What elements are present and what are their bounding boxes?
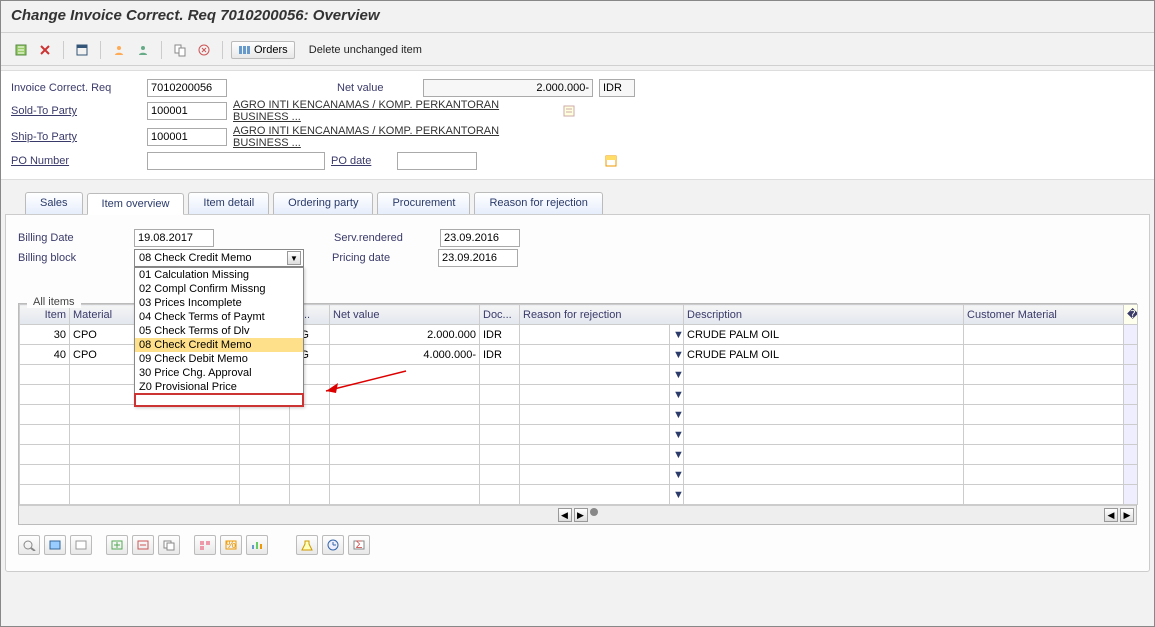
svg-text:%: % [226, 539, 236, 551]
ship-to-field[interactable] [147, 128, 227, 146]
net-value-field [423, 79, 593, 97]
delete-row-icon[interactable] [132, 535, 154, 555]
status-icon[interactable] [194, 40, 214, 60]
reason-dropdown-icon[interactable]: ▼ [670, 325, 684, 345]
billing-block-option[interactable]: Z0 Provisional Price [135, 380, 303, 394]
tab-item-overview[interactable]: Item overview [87, 193, 185, 215]
header-icon[interactable] [72, 40, 92, 60]
reason-dropdown-icon[interactable]: ▼ [670, 425, 684, 445]
po-number-field[interactable] [147, 152, 325, 170]
user-icon[interactable] [133, 40, 153, 60]
clock-icon[interactable] [322, 535, 344, 555]
tab-procurement[interactable]: Procurement [377, 192, 470, 214]
invoice-req-label: Invoice Correct. Req [11, 82, 141, 94]
deselect-all-icon[interactable] [70, 535, 92, 555]
billing-date-label: Billing Date [18, 232, 128, 244]
billing-block-option-list: 01 Calculation Missing 02 Compl Confirm … [134, 267, 304, 407]
select-all-icon[interactable] [44, 535, 66, 555]
serv-rendered-label: Serv.rendered [334, 232, 434, 244]
ship-to-text[interactable]: AGRO INTI KENCANAMAS / KOMP. PERKANTORAN… [233, 125, 553, 149]
tab-panel: Sales Item overview Item detail Ordering… [5, 188, 1150, 572]
grid-title: All items [27, 296, 81, 308]
sold-to-label[interactable]: Sold-To Party [11, 105, 141, 117]
billing-date-field[interactable] [134, 229, 214, 247]
chart-icon[interactable] [246, 535, 268, 555]
billing-block-option[interactable]: 02 Compl Confirm Missng [135, 282, 303, 296]
pricing-date-field[interactable] [438, 249, 518, 267]
partner-detail-icon[interactable] [559, 101, 579, 121]
reason-dropdown-icon[interactable]: ▼ [670, 405, 684, 425]
billing-block-option[interactable]: 09 Check Debit Memo [135, 352, 303, 366]
orders-label: Orders [254, 44, 288, 56]
ship-to-label[interactable]: Ship-To Party [11, 131, 141, 143]
grid-hscroll-right[interactable]: ◀▶ [1104, 508, 1134, 522]
sold-to-field[interactable] [147, 102, 227, 120]
orders-button[interactable]: Orders [231, 41, 295, 59]
delete-unchanged-item-button[interactable]: Delete unchanged item [309, 44, 422, 56]
page-title: Change Invoice Correct. Req 7010200056: … [1, 1, 1154, 30]
reason-dropdown-icon[interactable]: ▼ [670, 345, 684, 365]
reject-icon[interactable] [35, 40, 55, 60]
po-headerdetail-icon[interactable] [601, 151, 621, 171]
svg-text:Σ: Σ [356, 539, 363, 551]
sold-to-text[interactable]: AGRO INTI KENCANAMAS / KOMP. PERKANTORAN… [233, 99, 553, 123]
doc-flow-icon[interactable] [170, 40, 190, 60]
po-number-label[interactable]: PO Number [11, 155, 141, 167]
reason-dropdown-icon[interactable]: ▼ [670, 365, 684, 385]
condition-icon[interactable]: % [220, 535, 242, 555]
tab-item-detail[interactable]: Item detail [188, 192, 269, 214]
tab-reason-rejection[interactable]: Reason for rejection [474, 192, 602, 214]
serv-rendered-field[interactable] [440, 229, 520, 247]
chevron-down-icon: ▼ [287, 251, 301, 265]
table-row[interactable]: ▼ [20, 465, 1138, 485]
po-date-field[interactable] [397, 152, 477, 170]
col-custmaterial[interactable]: Customer Material [964, 305, 1124, 325]
flask-icon[interactable] [296, 535, 318, 555]
billing-block-option[interactable]: 30 Price Chg. Approval [135, 366, 303, 380]
billing-block-option[interactable]: 03 Prices Incomplete [135, 296, 303, 310]
tab-ordering-party[interactable]: Ordering party [273, 192, 373, 214]
col-config-icon[interactable]: �⊞ [1124, 305, 1138, 325]
billing-block-option[interactable]: 04 Check Terms of Paymt [135, 310, 303, 324]
billing-block-option[interactable]: 08 Check Credit Memo [135, 338, 303, 352]
col-description[interactable]: Description [684, 305, 964, 325]
reason-dropdown-icon[interactable]: ▼ [670, 485, 684, 505]
reason-dropdown-icon[interactable]: ▼ [670, 465, 684, 485]
sum-icon[interactable]: Σ [348, 535, 370, 555]
billing-block-option-blank[interactable] [134, 393, 304, 407]
table-row[interactable]: ▼ [20, 405, 1138, 425]
table-row[interactable]: ▼ [20, 425, 1138, 445]
display-doc-icon[interactable] [11, 40, 31, 60]
app-toolbar: Orders Delete unchanged item [1, 37, 1154, 63]
net-value-currency [599, 79, 635, 97]
billing-block-value: 08 Check Credit Memo [139, 252, 252, 264]
billing-block-dropdown[interactable]: 08 Check Credit Memo ▼ [134, 249, 304, 267]
tab-sales[interactable]: Sales [25, 192, 83, 214]
pricing-date-label: Pricing date [332, 252, 432, 264]
billing-block-option[interactable]: 05 Check Terms of Dlv [135, 324, 303, 338]
col-doc[interactable]: Doc... [480, 305, 520, 325]
reason-dropdown-icon[interactable]: ▼ [670, 445, 684, 465]
reason-dropdown-icon[interactable]: ▼ [670, 385, 684, 405]
grid-toolbar: % Σ [6, 529, 1149, 561]
table-row[interactable]: ▼ [20, 485, 1138, 505]
detail-icon[interactable] [18, 535, 40, 555]
grid-hscroll[interactable]: ◀▶ [19, 505, 1136, 524]
table-row[interactable]: ▼ [20, 445, 1138, 465]
partner-icon[interactable] [109, 40, 129, 60]
po-date-label[interactable]: PO date [331, 155, 391, 167]
tabstrip: Sales Item overview Item detail Ordering… [5, 188, 1150, 215]
invoice-req-field[interactable] [147, 79, 227, 97]
copy-row-icon[interactable] [158, 535, 180, 555]
net-value-label: Net value [337, 82, 417, 94]
insert-row-icon[interactable] [106, 535, 128, 555]
billing-block-option[interactable]: 01 Calculation Missing [135, 268, 303, 282]
col-netvalue[interactable]: Net value [330, 305, 480, 325]
col-reason[interactable]: Reason for rejection [520, 305, 684, 325]
header-area: Invoice Correct. Req Net value Sold-To P… [1, 70, 1154, 180]
billing-block-label: Billing block [18, 252, 128, 264]
config-icon[interactable] [194, 535, 216, 555]
